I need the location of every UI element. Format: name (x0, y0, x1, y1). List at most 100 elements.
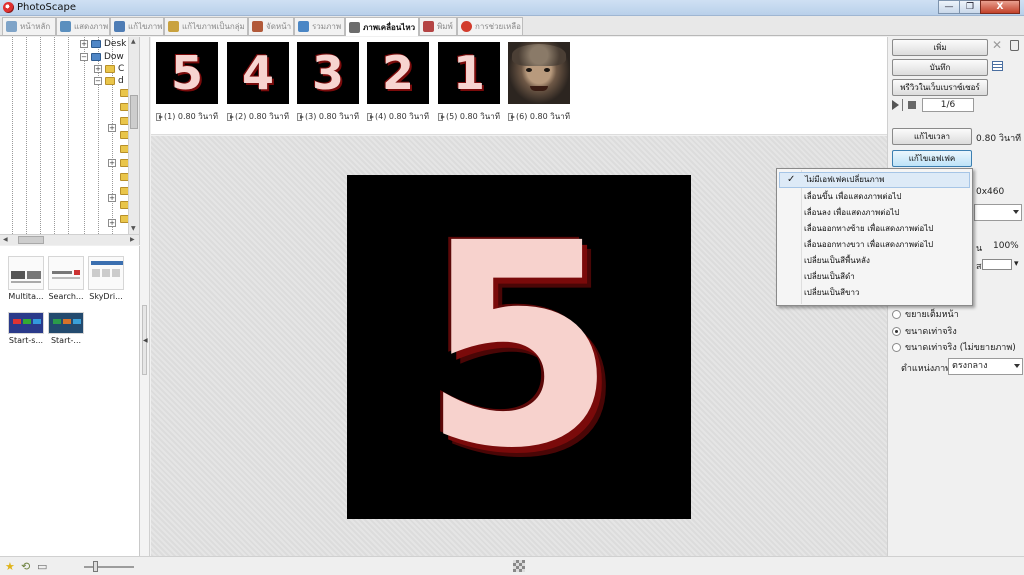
refresh-icon[interactable]: ⟲ (21, 560, 30, 573)
close-button[interactable]: X (980, 0, 1020, 14)
combine-icon (298, 21, 309, 32)
tree-item-downloads[interactable]: − Dow (80, 52, 124, 62)
tree-item-c[interactable]: + C (94, 64, 124, 74)
frame-play-icon[interactable] (227, 112, 235, 121)
star-icon[interactable]: ★ (5, 560, 15, 573)
thumbnail-size-slider[interactable] (84, 561, 134, 572)
edit-time-button[interactable]: แก้ไขเวลา (892, 128, 972, 145)
slider-knob[interactable] (93, 561, 98, 572)
tree-item-d[interactable]: − d (94, 76, 124, 86)
frame-play-icon[interactable] (438, 112, 446, 121)
effect-menu-item[interactable]: เปลี่ยนเป็นสีดำ (779, 269, 970, 285)
scroll-right-icon[interactable]: ▶ (130, 236, 135, 243)
frame-play-icon[interactable] (297, 112, 305, 121)
page-icon (252, 21, 263, 32)
playback-controls: 1/6 (892, 97, 974, 112)
window-controls: — ❐ X (938, 0, 1020, 14)
thumbnail-image (88, 256, 124, 290)
tab-print[interactable]: พิมพ์ (419, 17, 457, 35)
scroll-up-icon[interactable]: ▲ (131, 38, 136, 45)
delete-x-icon[interactable]: ✕ (992, 38, 1002, 52)
effect-menu-item[interactable]: เลื่อนออกทางซ้าย เพื่อแสดงภาพต่อไป (779, 221, 970, 237)
tab-page[interactable]: จัดหน้า (248, 17, 294, 35)
tree-horizontal-scrollbar[interactable]: ◀ ▶ (0, 234, 140, 245)
collapse-arrow-icon[interactable]: ◀ (142, 305, 148, 375)
tab-viewer[interactable]: แสดงภาพ (56, 17, 110, 35)
effect-menu: ✓ ไม่มีเอฟเฟคเปลี่ยนภาพ เลื่อนขึ้น เพื่อแ… (776, 168, 973, 306)
tree-guide (84, 37, 85, 234)
tab-label: แก้ไขภาพเป็นกลุ่ม (182, 22, 245, 31)
collapse-icon[interactable]: − (80, 53, 88, 61)
frame-play-icon[interactable] (508, 112, 516, 121)
tab-help[interactable]: การช่วยเหลือ (457, 17, 523, 35)
expand-icon[interactable]: + (108, 159, 116, 167)
frame-item[interactable]: 2 (4) 0.80 วินาที (367, 42, 429, 123)
tree-item-label: Desk (104, 39, 127, 49)
effect-menu-item[interactable]: เลื่อนลง เพื่อแสดงภาพต่อไป (779, 205, 970, 221)
expand-icon[interactable]: + (108, 219, 116, 227)
tab-combine[interactable]: รวมภาพ (294, 17, 345, 35)
panel-splitter[interactable]: ◀ (140, 37, 150, 558)
fit-option-radio[interactable]: ขยายเต็มหน้า (892, 307, 959, 321)
actual-size-no-enlarge-radio[interactable]: ขนาดเท่าจริง (ไม่ขยายภาพ) (892, 340, 1016, 354)
frame-strip: 5 (1) 0.80 วินาที 4 (2) 0.80 วินาที 3 (3… (151, 37, 887, 135)
effect-menu-item[interactable]: เปลี่ยนเป็นสีขาว (779, 285, 970, 301)
minimize-button[interactable]: — (938, 0, 960, 14)
size-select[interactable] (974, 204, 1022, 221)
tab-label: แก้ไขภาพ (128, 22, 163, 31)
frame-item[interactable]: (6) 0.80 วินาที (508, 42, 570, 123)
tab-label: รวมภาพ (312, 22, 342, 31)
maximize-button[interactable]: ❐ (959, 0, 981, 14)
bottom-bar: ★ ⟲ ▭ (0, 556, 1024, 575)
radio-label: ขยายเต็มหน้า (905, 310, 959, 320)
tab-editor[interactable]: แก้ไขภาพ (110, 17, 164, 35)
file-thumbnail[interactable]: Search... (48, 256, 84, 301)
trash-icon[interactable] (1010, 40, 1019, 51)
frame-item[interactable]: 1 (5) 0.80 วินาที (438, 42, 500, 123)
tab-label: หน้าหลัก (20, 22, 51, 31)
scrollbar-thumb[interactable] (130, 95, 138, 129)
file-thumbnail[interactable]: Start-... (48, 312, 84, 345)
file-thumbnail[interactable]: Multita... (8, 256, 44, 301)
add-button[interactable]: เพิ่ม (892, 39, 988, 56)
frame-item[interactable]: 3 (3) 0.80 วินาที (297, 42, 359, 123)
effect-menu-item[interactable]: เปลี่ยนเป็นสีพื้นหลัง (779, 253, 970, 269)
file-thumbnail[interactable]: Start-s... (8, 312, 44, 345)
tree-item-desktop[interactable]: + Desk (80, 39, 126, 49)
position-select[interactable]: ตรงกลาง (948, 358, 1023, 375)
expand-icon[interactable]: + (94, 65, 102, 73)
list-icon[interactable] (992, 61, 1003, 71)
preview-in-browser-button[interactable]: พรีวิวในเว็บเบราซ์เซอร์ (892, 79, 988, 96)
file-thumbnail[interactable]: SkyDri... (88, 256, 124, 301)
thumbnail-image (8, 256, 44, 290)
frame-item[interactable]: 5 (1) 0.80 วินาที (156, 42, 218, 123)
background-color-box[interactable] (982, 259, 1012, 270)
collapse-icon[interactable]: − (94, 77, 102, 85)
batch-editor-icon (168, 21, 179, 32)
frame-play-icon[interactable] (367, 112, 375, 121)
tree-vertical-scrollbar[interactable]: ▲ ▼ (128, 37, 139, 234)
scroll-left-icon[interactable]: ◀ (3, 236, 8, 243)
play-icon[interactable] (892, 99, 899, 110)
scrollbar-thumb[interactable] (18, 236, 44, 244)
tab-batch-editor[interactable]: แก้ไขภาพเป็นกลุ่ม (164, 17, 248, 35)
frame-label: (5) 0.80 วินาที (446, 112, 500, 121)
effect-menu-item[interactable]: ✓ ไม่มีเอฟเฟคเปลี่ยนภาพ (779, 172, 970, 188)
expand-icon[interactable]: + (80, 40, 88, 48)
effect-menu-item[interactable]: เลื่อนออกทางขวา เพื่อแสดงภาพต่อไป (779, 237, 970, 253)
frame-item[interactable]: 4 (2) 0.80 วินาที (227, 42, 289, 123)
stop-icon[interactable] (908, 100, 916, 109)
effect-menu-item[interactable]: เลื่อนขึ้น เพื่อแสดงภาพต่อไป (779, 189, 970, 205)
edit-effect-button[interactable]: แก้ไขเอฟเฟค (892, 150, 972, 167)
expand-icon[interactable]: + (108, 124, 116, 132)
tab-animated-gif[interactable]: ภาพเคลื่อนไหว (345, 17, 419, 36)
expand-icon[interactable]: + (108, 194, 116, 202)
folder-view-icon[interactable]: ▭ (37, 560, 47, 573)
frame-play-icon[interactable] (156, 112, 164, 121)
scroll-down-icon[interactable]: ▼ (131, 225, 136, 232)
save-button[interactable]: บันทึก (892, 59, 988, 76)
tab-home[interactable]: หน้าหลัก (2, 17, 56, 35)
frame-label: (6) 0.80 วินาที (516, 112, 570, 121)
color-dropdown-icon[interactable]: ▾ (1014, 259, 1019, 269)
actual-size-radio[interactable]: ขนาดเท่าจริง (892, 324, 957, 338)
